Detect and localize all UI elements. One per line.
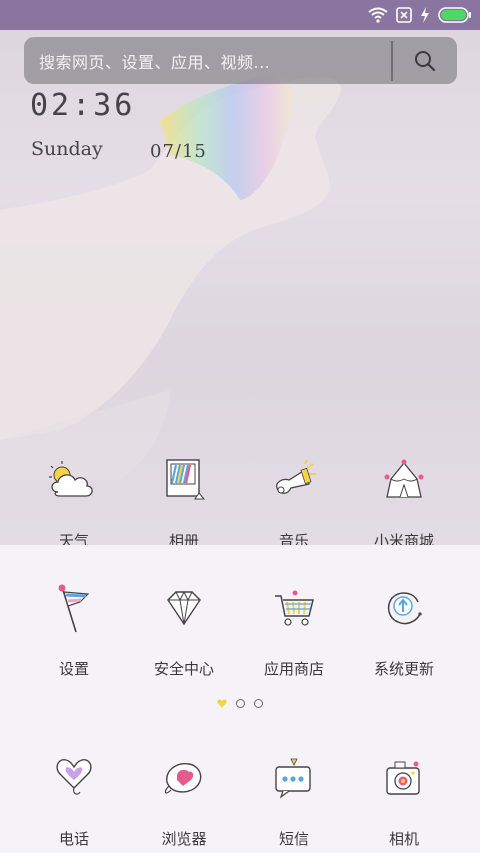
drawer-app-row: 设置 安全中心 应用商店 系统更新	[0, 578, 480, 679]
clock-day: Sunday	[31, 138, 103, 160]
messages-icon	[264, 748, 324, 808]
app-browser[interactable]: 浏览器	[129, 748, 239, 849]
search-input[interactable]: 搜索网页、设置、应用、视频...	[24, 49, 391, 73]
app-settings[interactable]: 设置	[19, 578, 129, 679]
app-store-cart-icon	[264, 578, 324, 638]
app-label: 设置	[58, 660, 89, 678]
home-app-row: 天气 相册 音乐 小米商城	[0, 450, 480, 551]
app-label: 安全中心	[153, 660, 214, 678]
page-dot[interactable]	[236, 699, 245, 708]
status-bar	[0, 0, 480, 30]
search-bar[interactable]: 搜索网页、设置、应用、视频...	[24, 37, 457, 84]
clock-time[interactable]: 02:36	[30, 88, 135, 123]
mi-store-icon	[374, 450, 434, 510]
app-label: 应用商店	[263, 660, 324, 678]
sim-disabled-icon	[396, 7, 412, 23]
wallpaper-hand-image	[0, 75, 341, 480]
app-label: 电话	[58, 830, 89, 848]
camera-icon	[374, 748, 434, 808]
wifi-icon	[368, 7, 388, 23]
security-diamond-icon	[154, 578, 214, 638]
app-label: 系统更新	[373, 660, 434, 678]
battery-icon	[438, 7, 472, 23]
browser-icon	[154, 748, 214, 808]
music-icon	[264, 450, 324, 510]
dock-row: 电话 浏览器 短信 相机	[0, 748, 480, 849]
phone-heart-icon	[44, 748, 104, 808]
search-icon	[415, 50, 436, 71]
search-button[interactable]	[393, 37, 457, 84]
page-dot-current-heart-icon[interactable]	[217, 699, 227, 708]
app-system-update[interactable]: 系统更新	[349, 578, 459, 679]
app-messages[interactable]: 短信	[239, 748, 349, 849]
system-update-icon	[374, 578, 434, 638]
settings-flag-icon	[44, 578, 104, 638]
app-camera[interactable]: 相机	[349, 748, 459, 849]
page-indicator	[0, 699, 480, 708]
app-gallery[interactable]: 相册	[129, 450, 239, 551]
weather-icon	[44, 450, 104, 510]
app-mi-store[interactable]: 小米商城	[349, 450, 459, 551]
page-dot[interactable]	[254, 699, 263, 708]
app-label: 短信	[278, 830, 309, 848]
app-security[interactable]: 安全中心	[129, 578, 239, 679]
clock-date: 07/15	[150, 141, 207, 162]
charging-icon	[420, 7, 430, 23]
app-weather[interactable]: 天气	[19, 450, 129, 551]
app-label: 相机	[388, 830, 419, 848]
app-store[interactable]: 应用商店	[239, 578, 349, 679]
gallery-icon	[154, 450, 214, 510]
app-phone[interactable]: 电话	[19, 748, 129, 849]
app-music[interactable]: 音乐	[239, 450, 349, 551]
app-label: 浏览器	[161, 830, 207, 848]
